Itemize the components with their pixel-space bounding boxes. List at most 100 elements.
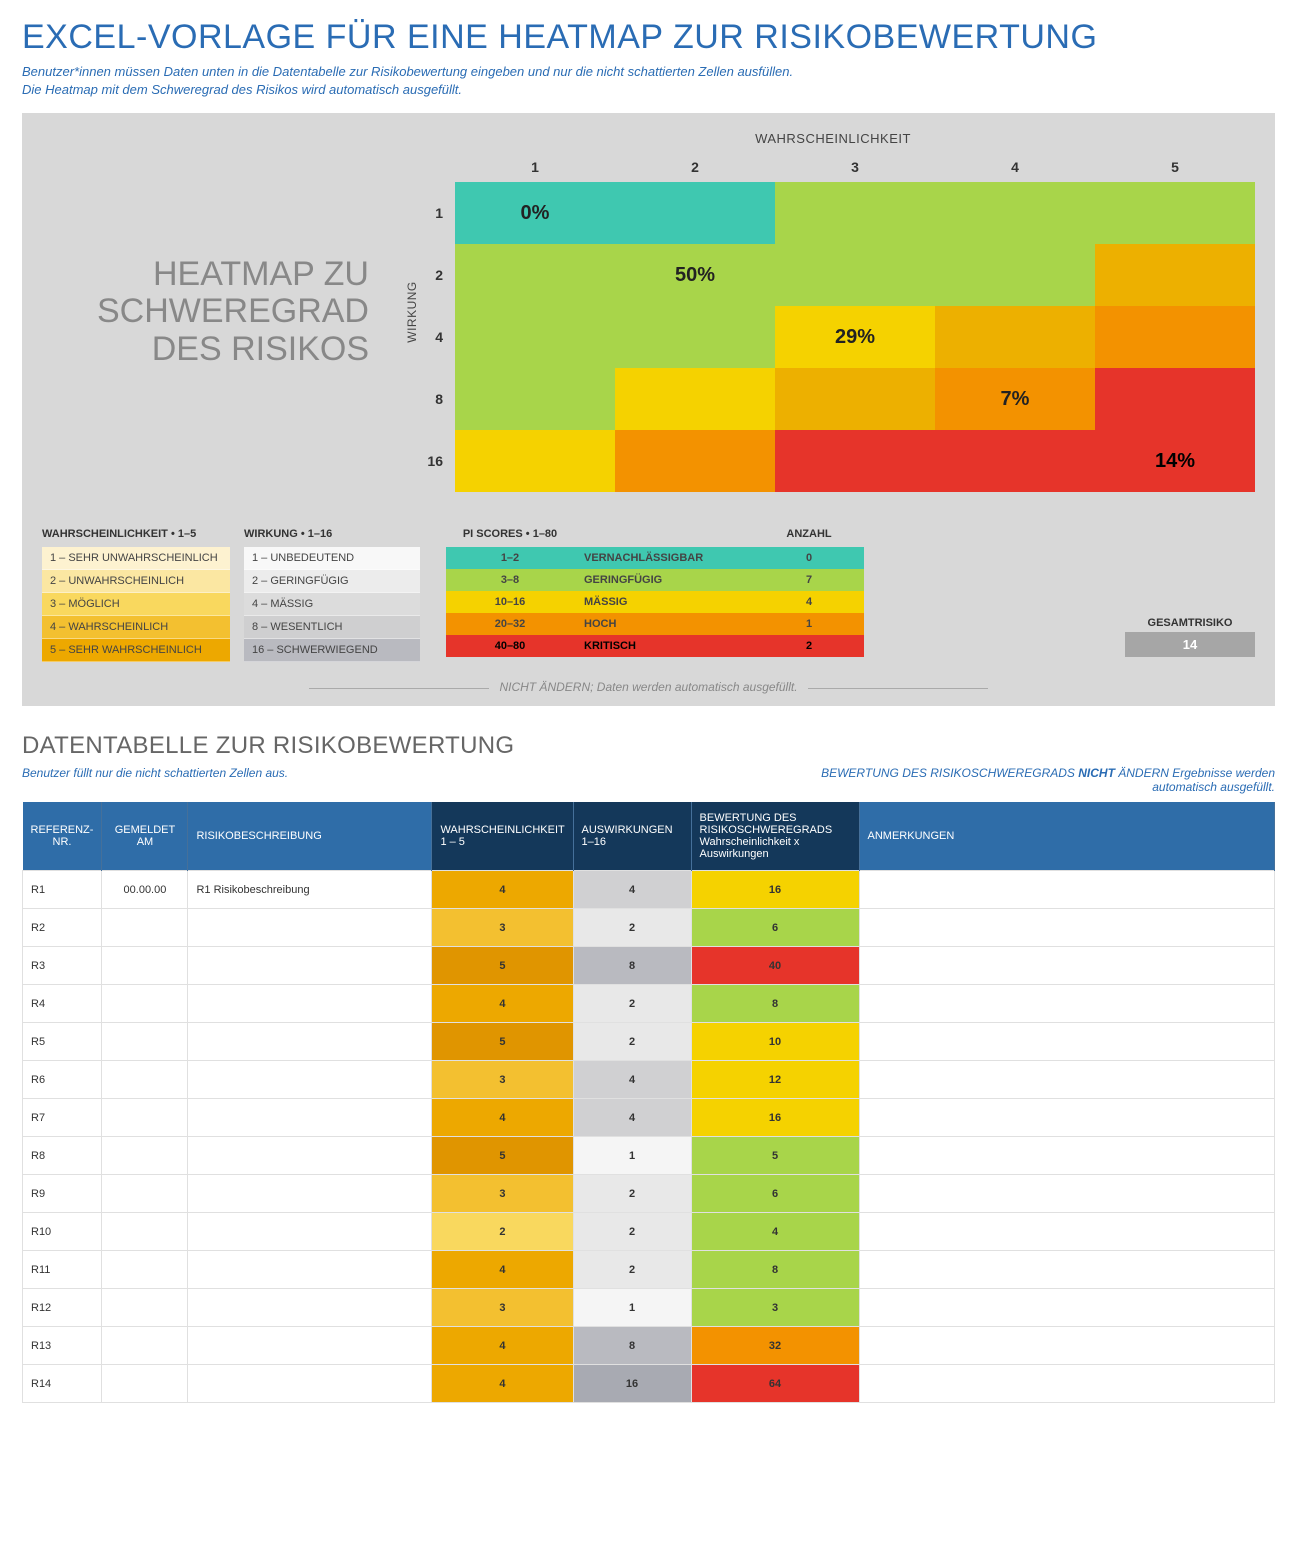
- td-notes[interactable]: [859, 1099, 1274, 1137]
- td-ref[interactable]: R11: [23, 1251, 102, 1289]
- hm-cell: [775, 244, 935, 306]
- td-imp[interactable]: 16: [573, 1365, 691, 1403]
- td-imp[interactable]: 8: [573, 947, 691, 985]
- td-imp[interactable]: 2: [573, 909, 691, 947]
- td-desc[interactable]: [188, 1289, 432, 1327]
- pi-count-row: 7: [754, 569, 864, 591]
- td-ref[interactable]: R2: [23, 909, 102, 947]
- td-notes[interactable]: [859, 1023, 1274, 1061]
- td-prob[interactable]: 4: [432, 1099, 573, 1137]
- td-score: 32: [691, 1327, 859, 1365]
- td-prob[interactable]: 3: [432, 909, 573, 947]
- td-date[interactable]: [102, 1137, 188, 1175]
- legend-wirk-row: 1 – UNBEDEUTEND: [244, 547, 420, 570]
- td-notes[interactable]: [859, 1327, 1274, 1365]
- pi-range-row: 1–2: [446, 547, 574, 569]
- td-date[interactable]: [102, 1327, 188, 1365]
- td-ref[interactable]: R7: [23, 1099, 102, 1137]
- table-row: R74416: [23, 1099, 1275, 1137]
- td-prob[interactable]: 3: [432, 1289, 573, 1327]
- hm-cell: [1095, 368, 1255, 430]
- td-date[interactable]: 00.00.00: [102, 871, 188, 909]
- td-ref[interactable]: R4: [23, 985, 102, 1023]
- td-ref[interactable]: R13: [23, 1327, 102, 1365]
- td-score: 3: [691, 1289, 859, 1327]
- td-imp[interactable]: 8: [573, 1327, 691, 1365]
- td-prob[interactable]: 5: [432, 947, 573, 985]
- td-score: 16: [691, 871, 859, 909]
- td-date[interactable]: [102, 985, 188, 1023]
- td-notes[interactable]: [859, 909, 1274, 947]
- td-notes[interactable]: [859, 871, 1274, 909]
- td-prob[interactable]: 4: [432, 1365, 573, 1403]
- td-notes[interactable]: [859, 1061, 1274, 1099]
- td-imp[interactable]: 4: [573, 1099, 691, 1137]
- td-desc[interactable]: [188, 1023, 432, 1061]
- td-prob[interactable]: 5: [432, 1023, 573, 1061]
- td-prob[interactable]: 4: [432, 1327, 573, 1365]
- td-notes[interactable]: [859, 1365, 1274, 1403]
- td-desc[interactable]: [188, 1061, 432, 1099]
- td-notes[interactable]: [859, 1289, 1274, 1327]
- td-prob[interactable]: 5: [432, 1137, 573, 1175]
- td-desc[interactable]: [188, 1251, 432, 1289]
- td-prob[interactable]: 4: [432, 985, 573, 1023]
- td-date[interactable]: [102, 1175, 188, 1213]
- td-ref[interactable]: R6: [23, 1061, 102, 1099]
- td-date[interactable]: [102, 1023, 188, 1061]
- td-date[interactable]: [102, 1061, 188, 1099]
- td-ref[interactable]: R5: [23, 1023, 102, 1061]
- td-imp[interactable]: 2: [573, 1023, 691, 1061]
- td-notes[interactable]: [859, 1137, 1274, 1175]
- table-intro-right: BEWERTUNG DES RISIKOSCHWEREGRADS NICHT Ä…: [755, 766, 1275, 794]
- td-desc[interactable]: [188, 1327, 432, 1365]
- td-prob[interactable]: 3: [432, 1061, 573, 1099]
- td-date[interactable]: [102, 1251, 188, 1289]
- td-imp[interactable]: 2: [573, 1251, 691, 1289]
- td-desc[interactable]: [188, 947, 432, 985]
- td-notes[interactable]: [859, 947, 1274, 985]
- td-notes[interactable]: [859, 1213, 1274, 1251]
- td-prob[interactable]: 3: [432, 1175, 573, 1213]
- td-score: 6: [691, 1175, 859, 1213]
- page-title: EXCEL-VORLAGE FÜR EINE HEATMAP ZUR RISIK…: [22, 18, 1275, 57]
- td-date[interactable]: [102, 1365, 188, 1403]
- td-ref[interactable]: R12: [23, 1289, 102, 1327]
- td-desc[interactable]: [188, 1137, 432, 1175]
- td-ref[interactable]: R8: [23, 1137, 102, 1175]
- td-date[interactable]: [102, 1289, 188, 1327]
- td-desc[interactable]: [188, 1213, 432, 1251]
- td-imp[interactable]: 2: [573, 985, 691, 1023]
- td-imp[interactable]: 1: [573, 1137, 691, 1175]
- td-prob[interactable]: 2: [432, 1213, 573, 1251]
- td-imp[interactable]: 4: [573, 1061, 691, 1099]
- td-desc[interactable]: [188, 909, 432, 947]
- td-prob[interactable]: 4: [432, 1251, 573, 1289]
- td-desc[interactable]: [188, 1175, 432, 1213]
- td-imp[interactable]: 4: [573, 871, 691, 909]
- td-date[interactable]: [102, 1213, 188, 1251]
- td-imp[interactable]: 2: [573, 1175, 691, 1213]
- td-ref[interactable]: R3: [23, 947, 102, 985]
- td-prob[interactable]: 4: [432, 871, 573, 909]
- td-desc[interactable]: R1 Risikobeschreibung: [188, 871, 432, 909]
- td-ref[interactable]: R9: [23, 1175, 102, 1213]
- td-score: 16: [691, 1099, 859, 1137]
- td-notes[interactable]: [859, 1175, 1274, 1213]
- td-desc[interactable]: [188, 985, 432, 1023]
- td-date[interactable]: [102, 947, 188, 985]
- td-ref[interactable]: R1: [23, 871, 102, 909]
- td-desc[interactable]: [188, 1365, 432, 1403]
- hm-cell: [1095, 244, 1255, 306]
- th-imp: AUSWIRKUNGEN 1–16: [573, 802, 691, 871]
- td-imp[interactable]: 2: [573, 1213, 691, 1251]
- td-desc[interactable]: [188, 1099, 432, 1137]
- td-date[interactable]: [102, 1099, 188, 1137]
- td-imp[interactable]: 1: [573, 1289, 691, 1327]
- td-notes[interactable]: [859, 985, 1274, 1023]
- td-ref[interactable]: R14: [23, 1365, 102, 1403]
- td-notes[interactable]: [859, 1251, 1274, 1289]
- td-ref[interactable]: R10: [23, 1213, 102, 1251]
- table-row: R63412: [23, 1061, 1275, 1099]
- td-date[interactable]: [102, 909, 188, 947]
